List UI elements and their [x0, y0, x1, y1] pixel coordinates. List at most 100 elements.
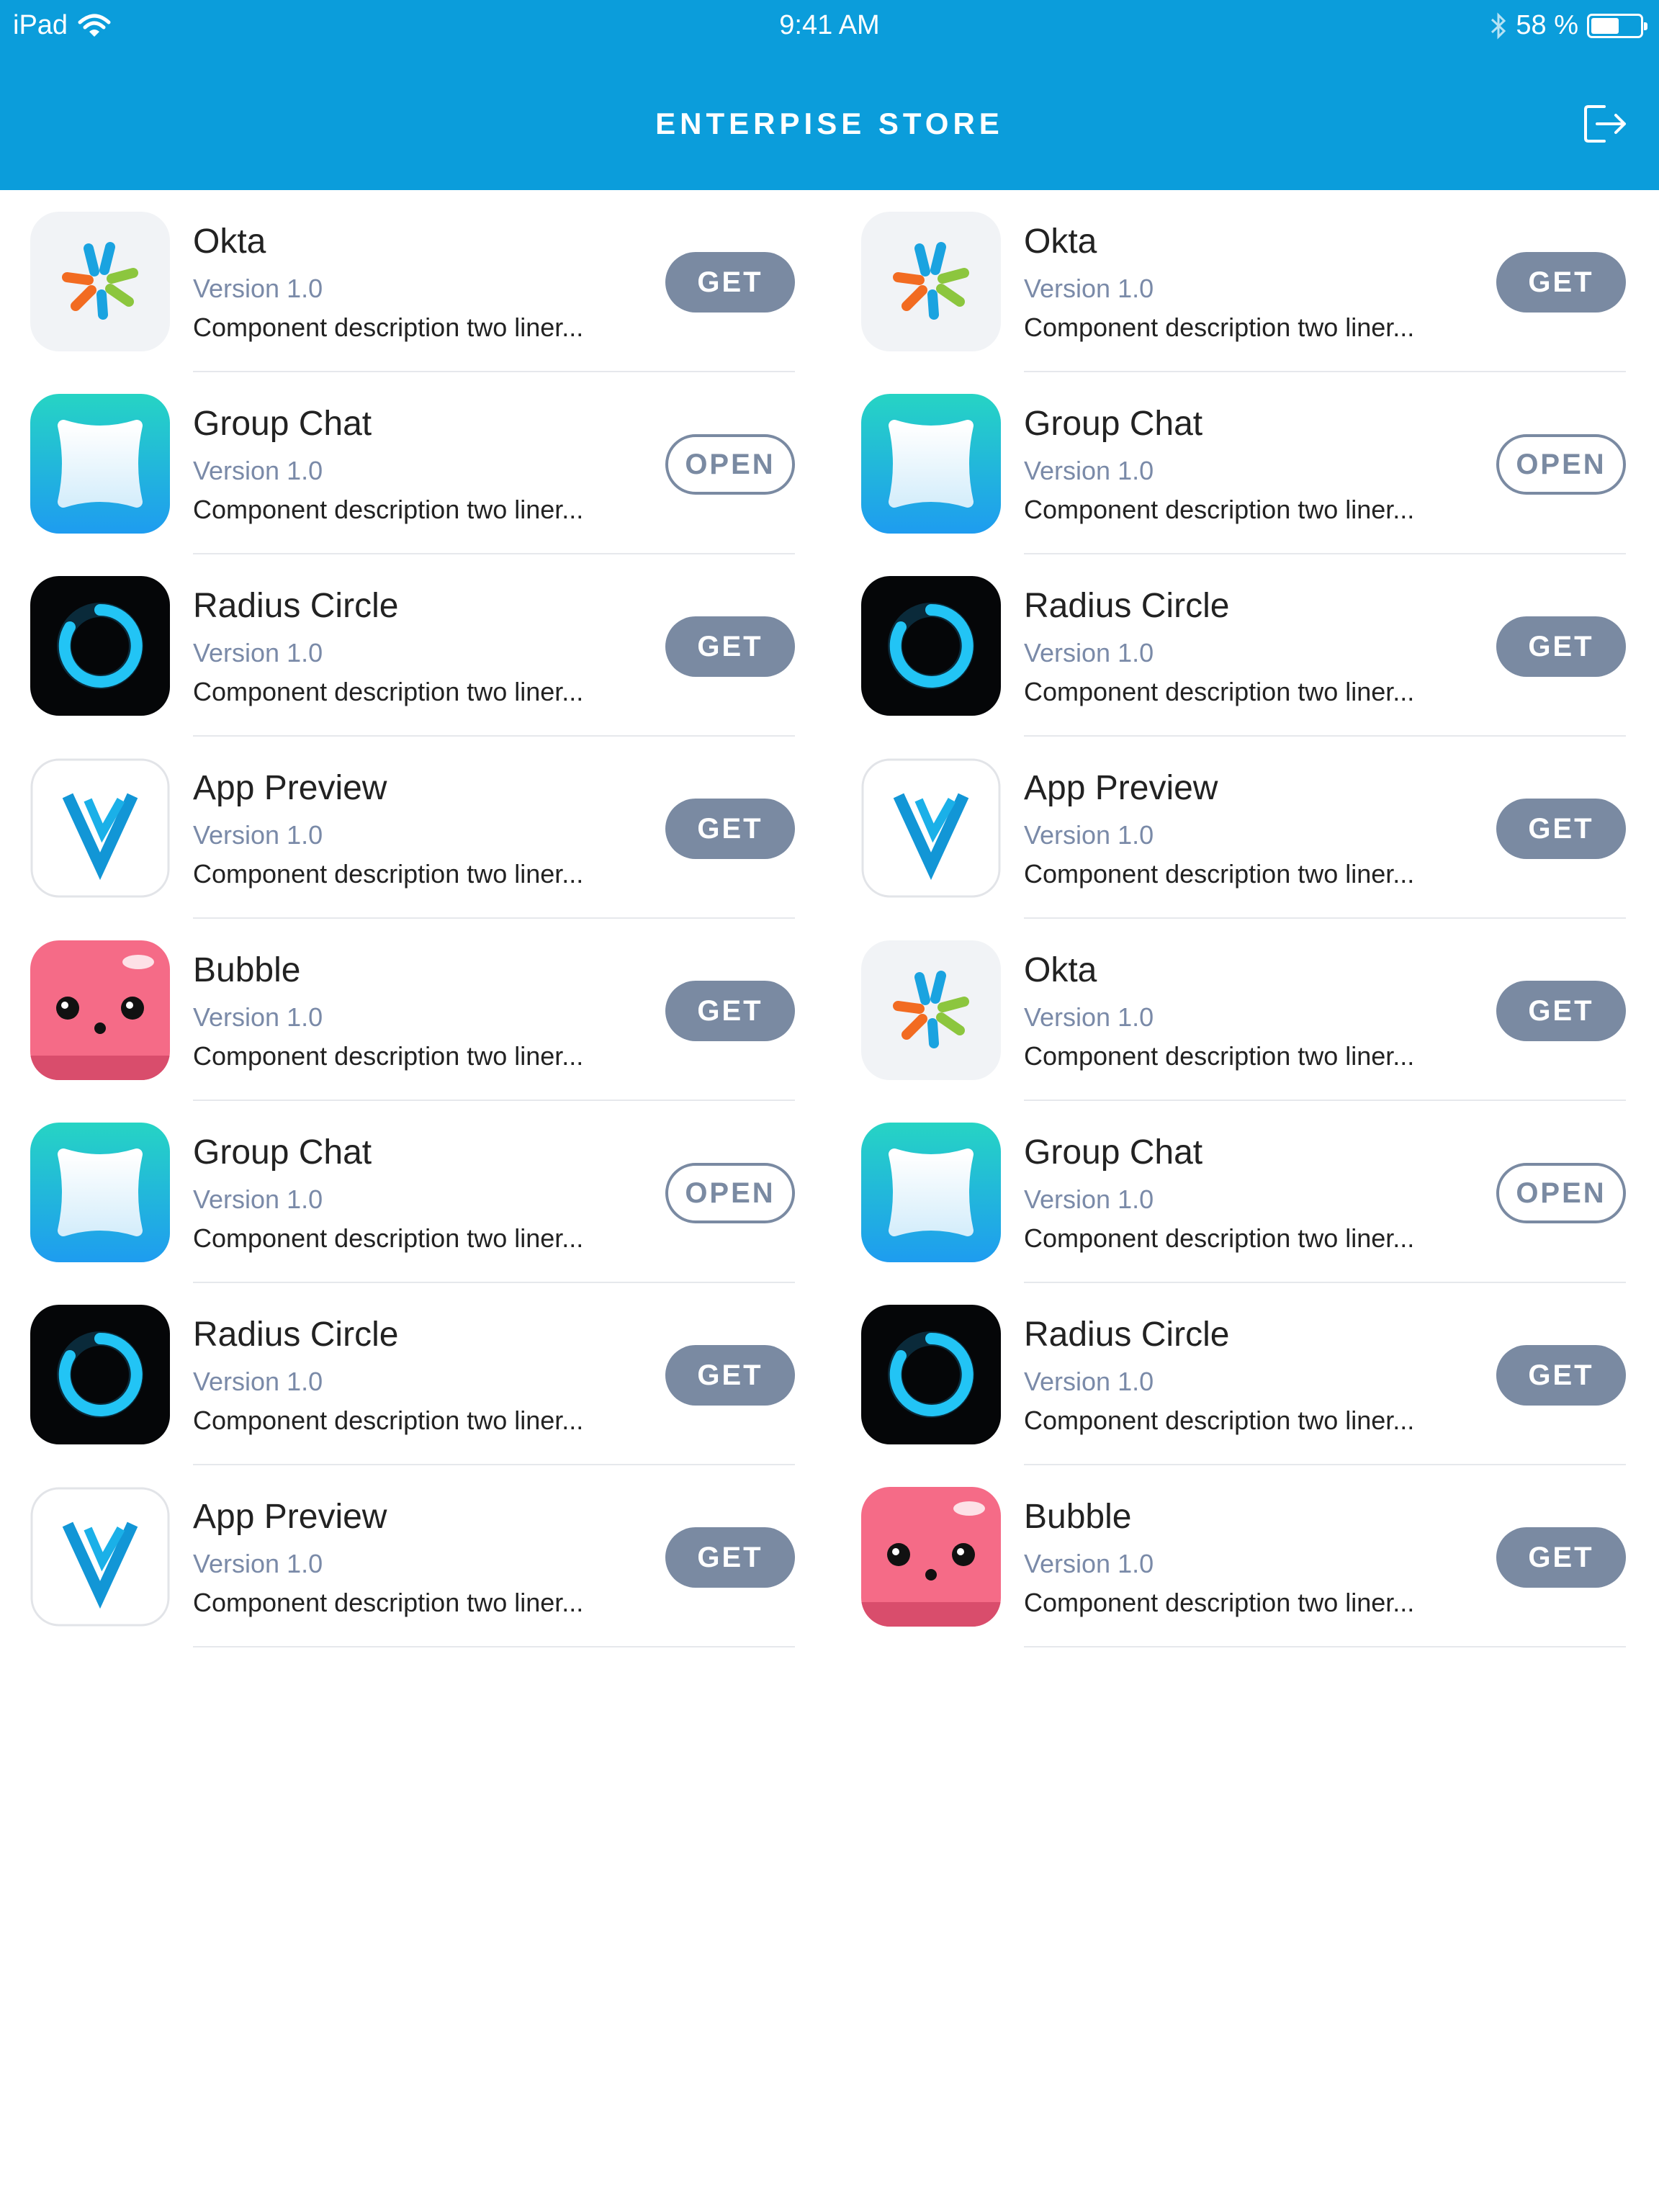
app-icon-apppreview[interactable]	[861, 758, 1001, 898]
app-version: Version 1.0	[193, 1002, 323, 1032]
app-description: Component description two liner...	[1024, 1588, 1415, 1617]
app-icon-radius[interactable]	[30, 1305, 170, 1444]
app-description: Component description two liner...	[193, 1588, 584, 1617]
app-description: Component description two liner...	[1024, 859, 1415, 889]
app-description: Component description two liner...	[193, 1041, 584, 1071]
app-description: Component description two liner...	[1024, 313, 1415, 342]
app-description: Component description two liner...	[193, 495, 584, 524]
app-description: Component description two liner...	[1024, 495, 1415, 524]
open-button[interactable]: OPEN	[665, 434, 795, 495]
app-icon-groupchat[interactable]	[861, 1123, 1001, 1262]
app-name: Group Chat	[193, 405, 372, 443]
app-version: Version 1.0	[193, 1184, 323, 1214]
app-icon-radius[interactable]	[861, 576, 1001, 716]
app-version: Version 1.0	[1024, 456, 1154, 485]
app-version: Version 1.0	[1024, 1002, 1154, 1032]
app-name: Radius Circle	[1024, 587, 1230, 625]
app-version: Version 1.0	[193, 274, 323, 303]
app-version: Version 1.0	[1024, 638, 1154, 667]
app-row[interactable]: Bubble Version 1.0 Component description…	[831, 1465, 1645, 1647]
app-icon-okta[interactable]	[861, 212, 1001, 351]
app-name: App Preview	[193, 1498, 387, 1536]
app-icon-groupchat[interactable]	[30, 1123, 170, 1262]
app-row[interactable]: Group Chat Version 1.0 Component descrip…	[831, 1101, 1645, 1283]
battery-icon	[1587, 13, 1647, 38]
get-button[interactable]: GET	[665, 981, 795, 1041]
app-description: Component description two liner...	[1024, 1223, 1415, 1253]
app-name: Bubble	[1024, 1498, 1132, 1536]
battery-percent: 58 %	[1516, 10, 1578, 40]
logout-icon[interactable]	[1578, 98, 1630, 150]
app-icon-bubble[interactable]	[30, 940, 170, 1080]
status-time: 9:41 AM	[779, 10, 880, 40]
app-row[interactable]: Radius Circle Version 1.0 Component desc…	[0, 554, 814, 737]
app-version: Version 1.0	[1024, 820, 1154, 850]
app-name: Group Chat	[1024, 405, 1203, 443]
app-version: Version 1.0	[193, 638, 323, 667]
app-row[interactable]: Bubble Version 1.0 Component description…	[0, 919, 814, 1101]
app-name: Group Chat	[1024, 1133, 1203, 1172]
app-version: Version 1.0	[1024, 1184, 1154, 1214]
app-icon-radius[interactable]	[30, 576, 170, 716]
app-name: Bubble	[193, 951, 301, 989]
app-icon-apppreview[interactable]	[30, 758, 170, 898]
app-name: App Preview	[193, 769, 387, 807]
app-description: Component description two liner...	[1024, 1041, 1415, 1071]
get-button[interactable]: GET	[1496, 1345, 1626, 1406]
app-icon-radius[interactable]	[861, 1305, 1001, 1444]
get-button[interactable]: GET	[665, 799, 795, 859]
app-row[interactable]: Radius Circle Version 1.0 Component desc…	[831, 1283, 1645, 1465]
get-button[interactable]: GET	[1496, 799, 1626, 859]
app-version: Version 1.0	[193, 456, 323, 485]
page-title: ENTERPISE STORE	[655, 107, 1004, 140]
app-row[interactable]: Okta Version 1.0 Component description t…	[0, 190, 814, 372]
app-version: Version 1.0	[193, 1549, 323, 1578]
app-row[interactable]: App Preview Version 1.0 Component descri…	[0, 1465, 814, 1647]
app-icon-bubble[interactable]	[861, 1487, 1001, 1627]
get-button[interactable]: GET	[1496, 1527, 1626, 1588]
app-row[interactable]: Radius Circle Version 1.0 Component desc…	[0, 1283, 814, 1465]
get-button[interactable]: GET	[1496, 252, 1626, 313]
app-row[interactable]: Group Chat Version 1.0 Component descrip…	[0, 1101, 814, 1283]
app-name: Radius Circle	[193, 587, 399, 625]
app-row[interactable]: Okta Version 1.0 Component description t…	[831, 190, 1645, 372]
app-name: Radius Circle	[1024, 1316, 1230, 1354]
app-icon-groupchat[interactable]	[30, 394, 170, 534]
app-header: iPad 9:41 AM 58 % ENTERPISE STORE	[0, 0, 1659, 190]
app-icon-okta[interactable]	[861, 940, 1001, 1080]
app-name: App Preview	[1024, 769, 1218, 807]
open-button[interactable]: OPEN	[1496, 1163, 1626, 1223]
app-row[interactable]: Group Chat Version 1.0 Component descrip…	[0, 372, 814, 554]
app-row[interactable]: Radius Circle Version 1.0 Component desc…	[831, 554, 1645, 737]
app-description: Component description two liner...	[193, 1223, 584, 1253]
app-row[interactable]: Group Chat Version 1.0 Component descrip…	[831, 372, 1645, 554]
get-button[interactable]: GET	[1496, 616, 1626, 677]
app-icon-okta[interactable]	[30, 212, 170, 351]
get-button[interactable]: GET	[665, 252, 795, 313]
open-button[interactable]: OPEN	[665, 1163, 795, 1223]
app-version: Version 1.0	[1024, 1549, 1154, 1578]
app-name: Okta	[1024, 222, 1097, 261]
app-description: Component description two liner...	[193, 677, 584, 706]
app-icon-apppreview[interactable]	[30, 1487, 170, 1627]
app-description: Component description two liner...	[1024, 1406, 1415, 1435]
app-row[interactable]: App Preview Version 1.0 Component descri…	[0, 737, 814, 919]
app-icon-groupchat[interactable]	[861, 394, 1001, 534]
app-name: Radius Circle	[193, 1316, 399, 1354]
get-button[interactable]: GET	[665, 1527, 795, 1588]
get-button[interactable]: GET	[665, 616, 795, 677]
app-description: Component description two liner...	[193, 313, 584, 342]
get-button[interactable]: GET	[1496, 981, 1626, 1041]
app-description: Component description two liner...	[1024, 677, 1415, 706]
divider	[193, 1646, 795, 1647]
app-version: Version 1.0	[193, 1367, 323, 1396]
status-bar: iPad 9:41 AM 58 %	[0, 0, 1659, 52]
app-row[interactable]: Okta Version 1.0 Component description t…	[831, 919, 1645, 1101]
app-name: Okta	[1024, 951, 1097, 989]
app-name: Group Chat	[193, 1133, 372, 1172]
bluetooth-icon	[1491, 12, 1506, 40]
app-row[interactable]: App Preview Version 1.0 Component descri…	[831, 737, 1645, 919]
open-button[interactable]: OPEN	[1496, 434, 1626, 495]
app-name: Okta	[193, 222, 266, 261]
get-button[interactable]: GET	[665, 1345, 795, 1406]
